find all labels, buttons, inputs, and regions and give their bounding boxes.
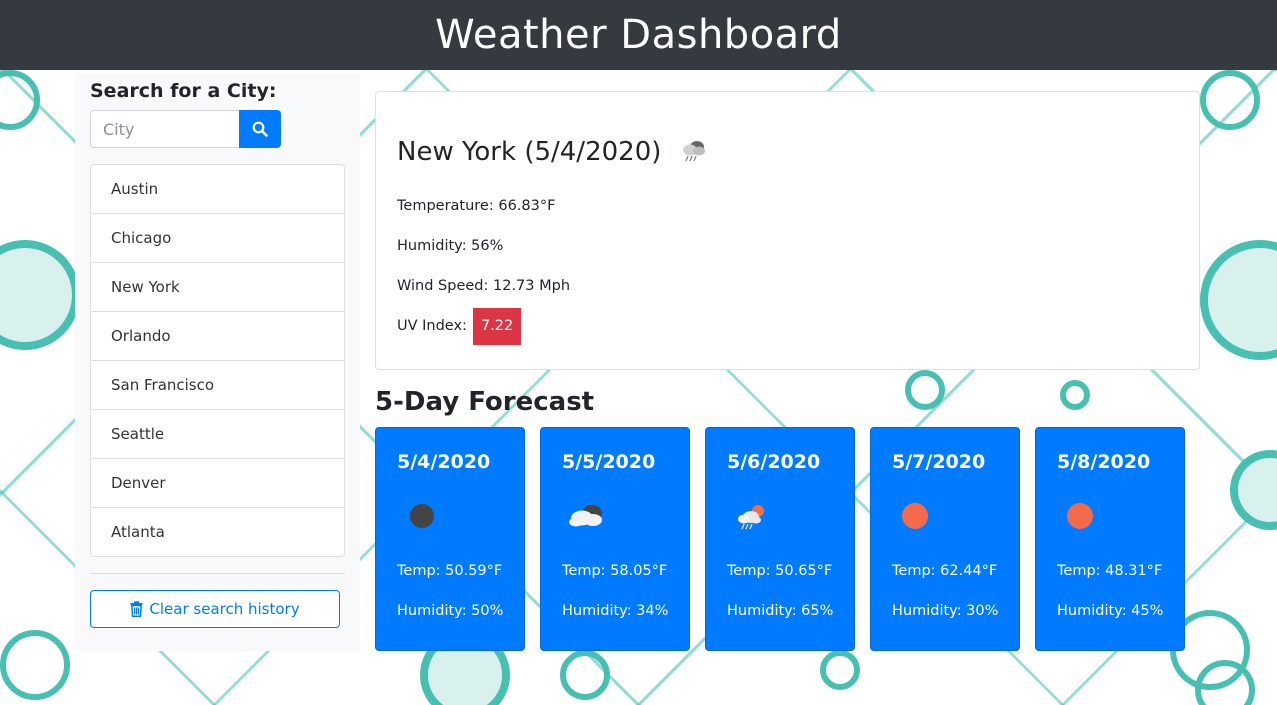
history-item[interactable]: New York (91, 263, 344, 312)
broken-clouds-icon (562, 496, 612, 536)
current-city-title: New York (5/4/2020) (397, 137, 662, 167)
history-item[interactable]: San Francisco (91, 361, 344, 410)
forecast-title: 5-Day Forecast (375, 387, 595, 417)
rain-sun-icon (727, 496, 777, 536)
forecast-humidity: Humidity: 34% (562, 603, 669, 619)
forecast-date: 5/4/2020 (397, 451, 491, 473)
forecast-card: 5/7/2020 Temp: 62.44°F Humidity: 30% (870, 427, 1020, 651)
forecast-humidity: Humidity: 30% (892, 603, 999, 619)
forecast-temp: Temp: 48.31°F (1057, 563, 1163, 579)
search-form (90, 110, 281, 148)
history-item[interactable]: Denver (91, 459, 344, 508)
forecast-temp: Temp: 62.44°F (892, 563, 998, 579)
clear-history-button[interactable]: Clear search history (90, 590, 340, 628)
current-temperature: Temperature: 66.83°F (397, 198, 556, 214)
history-item[interactable]: Orlando (91, 312, 344, 361)
rain-cloud-icon (677, 135, 711, 169)
forecast-date: 5/7/2020 (892, 451, 986, 473)
history-item[interactable]: Chicago (91, 214, 344, 263)
forecast-card: 5/4/2020 Temp: 50.59°F Humidity: 50% (375, 427, 525, 651)
history-item[interactable]: Austin (91, 165, 344, 214)
current-wind-speed: Wind Speed: 12.73 Mph (397, 278, 571, 294)
uv-index-label: UV Index: (397, 318, 467, 334)
forecast-date: 5/6/2020 (727, 451, 821, 473)
current-humidity: Humidity: 56% (397, 238, 504, 254)
search-button[interactable] (239, 110, 281, 148)
forecast-card: 5/8/2020 Temp: 48.31°F Humidity: 45% (1035, 427, 1185, 651)
forecast-card: 5/5/2020 Temp: 58.05°F Humidity: 34% (540, 427, 690, 651)
city-search-input[interactable] (90, 110, 239, 148)
forecast-date: 5/5/2020 (562, 451, 656, 473)
history-item[interactable]: Seattle (91, 410, 344, 459)
forecast-cards: 5/4/2020 Temp: 50.59°F Humidity: 50% 5/5… (375, 427, 1200, 651)
forecast-humidity: Humidity: 65% (727, 603, 834, 619)
app-header: Weather Dashboard (0, 0, 1277, 70)
uv-index-row: UV Index: 7.22 (397, 306, 1178, 346)
forecast-temp: Temp: 50.59°F (397, 563, 503, 579)
night-clear-icon (397, 496, 447, 536)
app-title: Weather Dashboard (435, 12, 842, 58)
history-item[interactable]: Atlanta (91, 508, 344, 556)
forecast-temp: Temp: 50.65°F (727, 563, 833, 579)
clear-history-label: Clear search history (149, 600, 300, 618)
uv-index-badge: 7.22 (472, 307, 522, 345)
search-history-list: Austin Chicago New York Orlando San Fran… (90, 164, 345, 557)
search-icon (252, 121, 268, 137)
forecast-humidity: Humidity: 50% (397, 603, 504, 619)
sidebar-divider (90, 573, 345, 574)
clear-sun-icon (892, 496, 942, 536)
sidebar: Search for a City: Austin Chicago New Yo… (75, 73, 360, 651)
forecast-date: 5/8/2020 (1057, 451, 1151, 473)
search-heading: Search for a City: (90, 80, 277, 102)
forecast-humidity: Humidity: 45% (1057, 603, 1164, 619)
forecast-temp: Temp: 58.05°F (562, 563, 668, 579)
clear-sun-icon (1057, 496, 1107, 536)
forecast-card: 5/6/2020 Temp: 50.65°F Humidity: 65% (705, 427, 855, 651)
current-weather-card: New York (5/4/2020) Temperature: 66.83°F… (375, 91, 1200, 370)
trash-icon (130, 601, 143, 617)
